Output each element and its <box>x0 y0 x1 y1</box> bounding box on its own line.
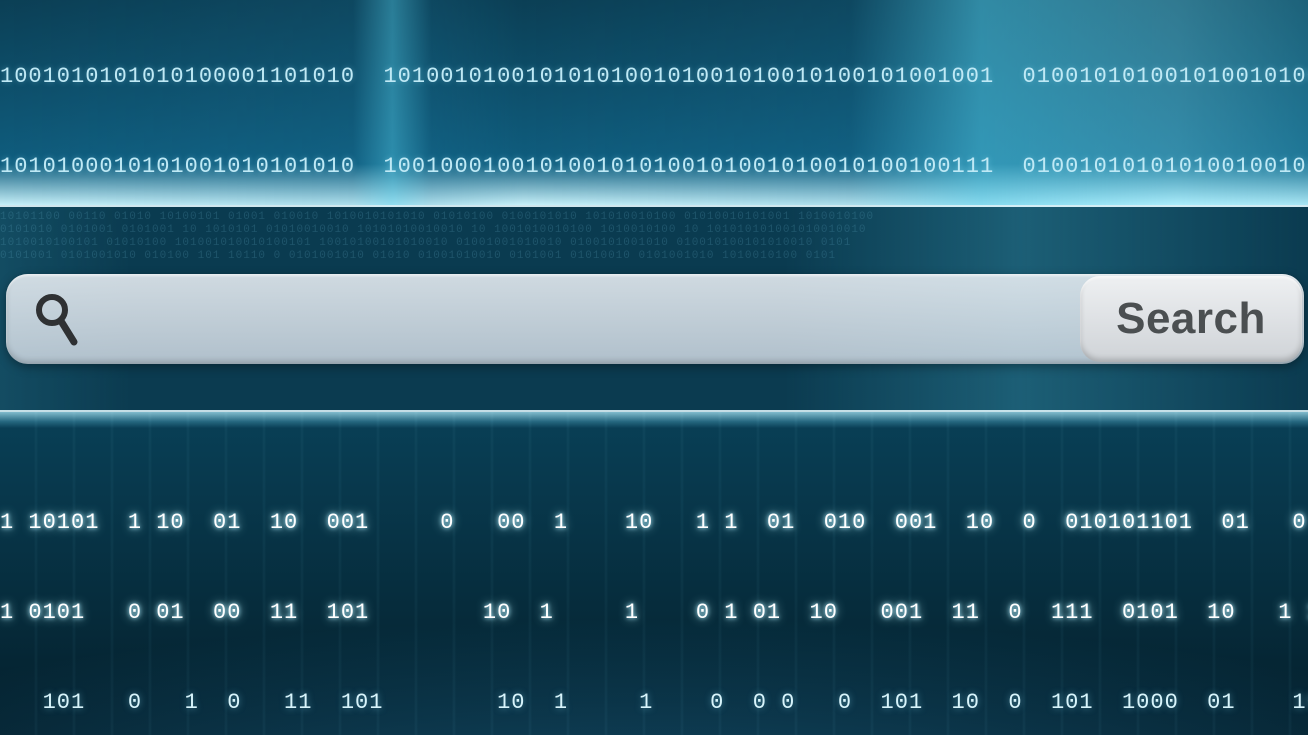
binary-bottom-band: 1 10101 1 10 01 10 001 0 00 1 10 1 1 01 … <box>0 412 1308 735</box>
binary-row: 101 0 1 0 11 101 10 1 1 0 0 0 0 101 10 0… <box>0 688 1308 718</box>
binary-row: 1 0101 0 01 00 11 101 10 1 1 0 1 01 10 0… <box>0 598 1308 628</box>
binary-row: 1001010101010100001101010 10100101001010… <box>0 62 1308 92</box>
search-input[interactable] <box>106 274 1080 364</box>
search-icon <box>6 274 106 364</box>
binary-row: 1 10101 1 10 01 10 001 0 00 1 10 1 1 01 … <box>0 508 1308 538</box>
light-streaks <box>0 412 1308 735</box>
binary-row: 1010100010101001010101010 10010001001010… <box>0 152 1308 182</box>
search-bar: Search <box>6 274 1304 364</box>
binary-top-band: 1001010101010100001101010 10100101001010… <box>0 0 1308 207</box>
search-button[interactable]: Search <box>1080 276 1302 362</box>
